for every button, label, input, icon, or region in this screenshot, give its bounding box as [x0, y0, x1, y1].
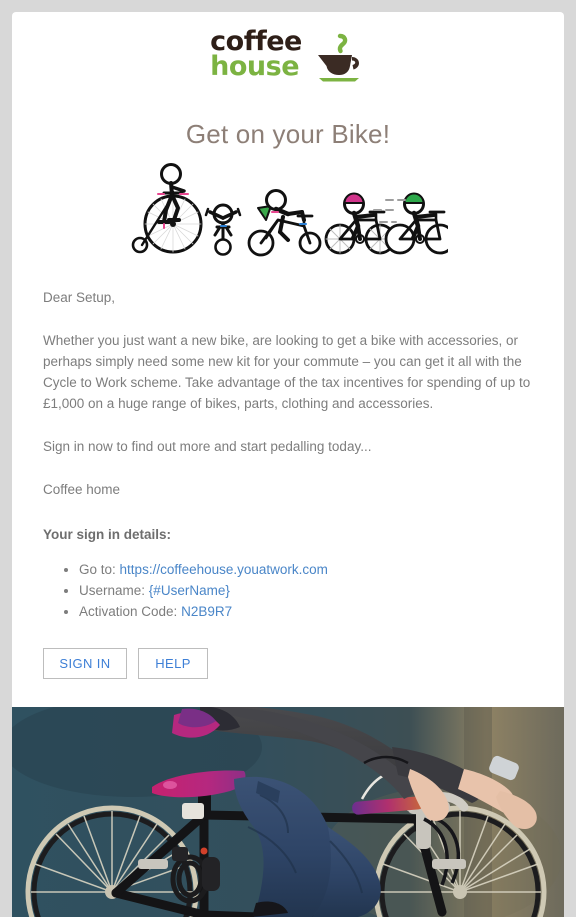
help-button[interactable]: HELP — [138, 647, 208, 679]
bicycle-evolution-illustration — [12, 162, 564, 257]
activation-code-value: N2B9R7 — [181, 603, 233, 619]
signature-text: Coffee home — [43, 482, 121, 497]
list-item: Username: {#UserName} — [79, 580, 533, 601]
cyclist-photo — [12, 707, 564, 917]
coffee-cup-icon — [312, 32, 366, 89]
detail-label-username: Username: — [79, 582, 146, 598]
email-card: coffee house Get on your Bike! Dear Setu… — [12, 12, 564, 917]
brand-logo[interactable]: coffee house — [12, 12, 564, 89]
page-background: coffee house Get on your Bike! Dear Setu… — [0, 0, 576, 917]
signin-prompt-text: Sign in now to find out more and start p… — [43, 439, 372, 454]
page-title: Get on your Bike! — [185, 119, 391, 149]
detail-label-goto: Go to: — [79, 561, 116, 577]
list-item: Activation Code: N2B9R7 — [79, 601, 533, 622]
main-paragraph: Whether you just want a new bike, are lo… — [43, 333, 531, 411]
username-value: {#UserName} — [148, 582, 230, 598]
sign-in-button[interactable]: SIGN IN — [43, 647, 127, 679]
signin-url-link[interactable]: https://coffeehouse.youatwork.com — [120, 562, 328, 577]
list-item: Go to: https://coffeehouse.youatwork.com — [79, 559, 533, 580]
details-heading: Your sign in details: — [43, 527, 172, 542]
sign-in-details-list: Go to: https://coffeehouse.youatwork.com… — [43, 559, 533, 622]
detail-label-activation-code: Activation Code: — [79, 603, 178, 619]
greeting-text: Dear Setup, — [43, 290, 116, 305]
action-buttons: SIGN IN HELP — [43, 647, 533, 679]
logo-word-house: house — [210, 50, 300, 82]
email-body: Dear Setup, Whether you just want a new … — [12, 287, 564, 679]
